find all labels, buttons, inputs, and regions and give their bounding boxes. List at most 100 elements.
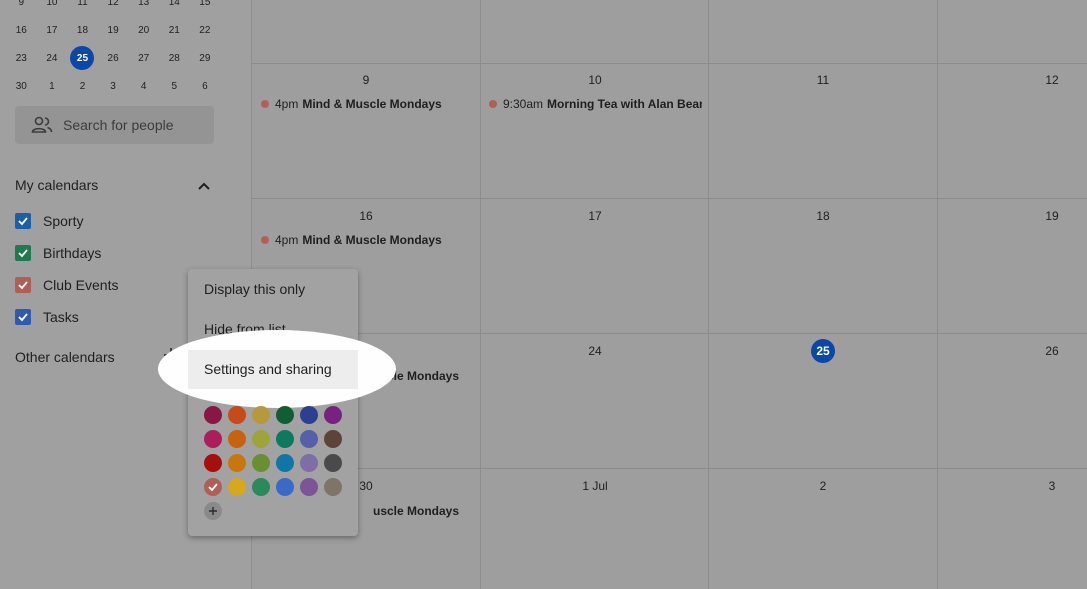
mini-calendar-day[interactable]: 30 (6, 72, 37, 100)
mini-calendar-day[interactable]: 27 (128, 44, 159, 72)
color-swatch[interactable] (300, 454, 318, 472)
mini-calendar-day[interactable]: 11 (67, 0, 98, 16)
color-swatch[interactable] (252, 478, 270, 496)
mini-calendar-day[interactable]: 20 (128, 16, 159, 44)
search-people-field[interactable]: Search for people (15, 106, 214, 144)
color-swatch[interactable] (252, 454, 270, 472)
mini-calendar-day[interactable]: 2 (67, 72, 98, 100)
event-chip[interactable]: 9:30am Morning Tea with Alan Bear (489, 97, 702, 111)
checkbox-checked-icon[interactable] (15, 309, 31, 325)
color-swatch[interactable] (228, 406, 246, 424)
color-swatch[interactable] (324, 430, 342, 448)
calendar-item-tasks[interactable]: Tasks (15, 307, 79, 327)
checkbox-checked-icon[interactable] (15, 245, 31, 261)
menu-item-settings-and-sharing[interactable]: Settings and sharing (188, 350, 358, 389)
menu-item-display-this-only[interactable]: Display this only (204, 281, 305, 297)
mini-calendar-day[interactable]: 9 (6, 0, 37, 16)
day-number[interactable]: 12 (1032, 73, 1072, 87)
mini-calendar-day[interactable]: 16 (6, 16, 37, 44)
mini-calendar-week: 30 1 2 3 4 5 6 (6, 72, 236, 100)
day-number[interactable]: 2 (803, 479, 843, 493)
color-swatch[interactable] (252, 406, 270, 424)
day-number[interactable]: 11 (803, 73, 843, 87)
mini-calendar-day[interactable]: 17 (37, 16, 68, 44)
mini-calendar-day[interactable]: 22 (190, 16, 221, 44)
color-swatch[interactable] (324, 478, 342, 496)
mini-calendar-day[interactable]: 1 (37, 72, 68, 100)
color-swatch[interactable] (276, 478, 294, 496)
mini-calendar-day[interactable]: 10 (37, 0, 68, 16)
day-number[interactable]: 26 (1032, 344, 1072, 358)
mini-calendar-day[interactable]: 15 (190, 0, 221, 16)
mini-calendar-day[interactable]: 23 (6, 44, 37, 72)
color-swatch[interactable] (324, 406, 342, 424)
day-number[interactable]: 18 (803, 209, 843, 223)
today-marker[interactable]: 25 (811, 339, 835, 363)
color-swatch[interactable] (300, 406, 318, 424)
day-number[interactable]: 24 (575, 344, 615, 358)
event-chip[interactable]: 4pm Mind & Muscle Mondays (261, 97, 476, 111)
mini-calendar-day[interactable]: 28 (159, 44, 190, 72)
menu-item-label: Settings and sharing (204, 361, 332, 377)
event-color-dot (261, 100, 269, 108)
color-swatch[interactable] (300, 478, 318, 496)
calendar-item-sporty[interactable]: Sporty (15, 211, 83, 231)
color-swatch[interactable] (276, 454, 294, 472)
day-number[interactable]: 19 (1032, 209, 1072, 223)
grid-divider (252, 333, 1087, 334)
color-swatch[interactable] (204, 406, 222, 424)
mini-calendar-day[interactable]: 4 (128, 72, 159, 100)
mini-calendar-week: 9 10 11 12 13 14 15 (6, 0, 236, 16)
mini-calendar-day[interactable]: 21 (159, 16, 190, 44)
day-number[interactable]: 17 (575, 209, 615, 223)
grid-divider (708, 0, 709, 589)
calendar-item-birthdays[interactable]: Birthdays (15, 243, 101, 263)
my-calendars-title[interactable]: My calendars (15, 177, 98, 193)
event-chip[interactable]: 4pm Mind & Muscle Mondays (261, 233, 476, 247)
mini-calendar-day[interactable]: 26 (98, 44, 129, 72)
event-title: Mind & Muscle Mondays (302, 233, 442, 247)
grid-divider (252, 63, 1087, 64)
calendar-item-label: Tasks (43, 309, 79, 325)
calendar-item-club-events[interactable]: Club Events (15, 275, 118, 295)
mini-calendar-day-today[interactable]: 25 (67, 44, 98, 72)
mini-calendar-day[interactable]: 18 (67, 16, 98, 44)
mini-calendar-day[interactable]: 29 (190, 44, 221, 72)
mini-calendar-day[interactable]: 5 (159, 72, 190, 100)
mini-calendar-week: 16 17 18 19 20 21 22 (6, 16, 236, 44)
checkbox-checked-icon[interactable] (15, 277, 31, 293)
color-swatch[interactable] (228, 454, 246, 472)
check-icon (208, 483, 218, 492)
other-calendars-title[interactable]: Other calendars (15, 349, 115, 365)
add-custom-color-icon[interactable] (204, 502, 222, 520)
event-time: 9:30am (503, 97, 544, 111)
color-swatch[interactable] (204, 430, 222, 448)
chevron-up-icon[interactable] (196, 178, 212, 194)
day-number[interactable]: 3 (1032, 479, 1072, 493)
checkbox-checked-icon[interactable] (15, 213, 31, 229)
color-swatch[interactable] (324, 454, 342, 472)
color-swatch[interactable] (228, 430, 246, 448)
mini-calendar: 9 10 11 12 13 14 15 16 17 18 19 20 21 22… (6, 0, 236, 100)
mini-calendar-day[interactable]: 19 (98, 16, 129, 44)
color-swatch[interactable] (276, 430, 294, 448)
mini-calendar-day[interactable]: 13 (128, 0, 159, 16)
color-swatch[interactable] (252, 430, 270, 448)
day-number[interactable]: 9 (346, 73, 386, 87)
color-swatch[interactable] (204, 454, 222, 472)
color-swatch[interactable] (300, 430, 318, 448)
day-number[interactable]: 10 (575, 73, 615, 87)
mini-calendar-day[interactable]: 12 (98, 0, 129, 16)
mini-calendar-day[interactable]: 14 (159, 0, 190, 16)
day-number[interactable]: 16 (346, 209, 386, 223)
grid-divider (252, 468, 1087, 469)
event-time: 4pm (275, 233, 299, 247)
day-number[interactable]: 1 Jul (575, 479, 615, 493)
color-swatch[interactable] (228, 478, 246, 496)
color-swatch[interactable] (276, 406, 294, 424)
color-swatch[interactable] (204, 478, 222, 496)
mini-calendar-day[interactable]: 3 (98, 72, 129, 100)
mini-calendar-day[interactable]: 24 (37, 44, 68, 72)
mini-calendar-day[interactable]: 6 (190, 72, 221, 100)
event-chip[interactable]: uscle Mondays (373, 504, 478, 518)
